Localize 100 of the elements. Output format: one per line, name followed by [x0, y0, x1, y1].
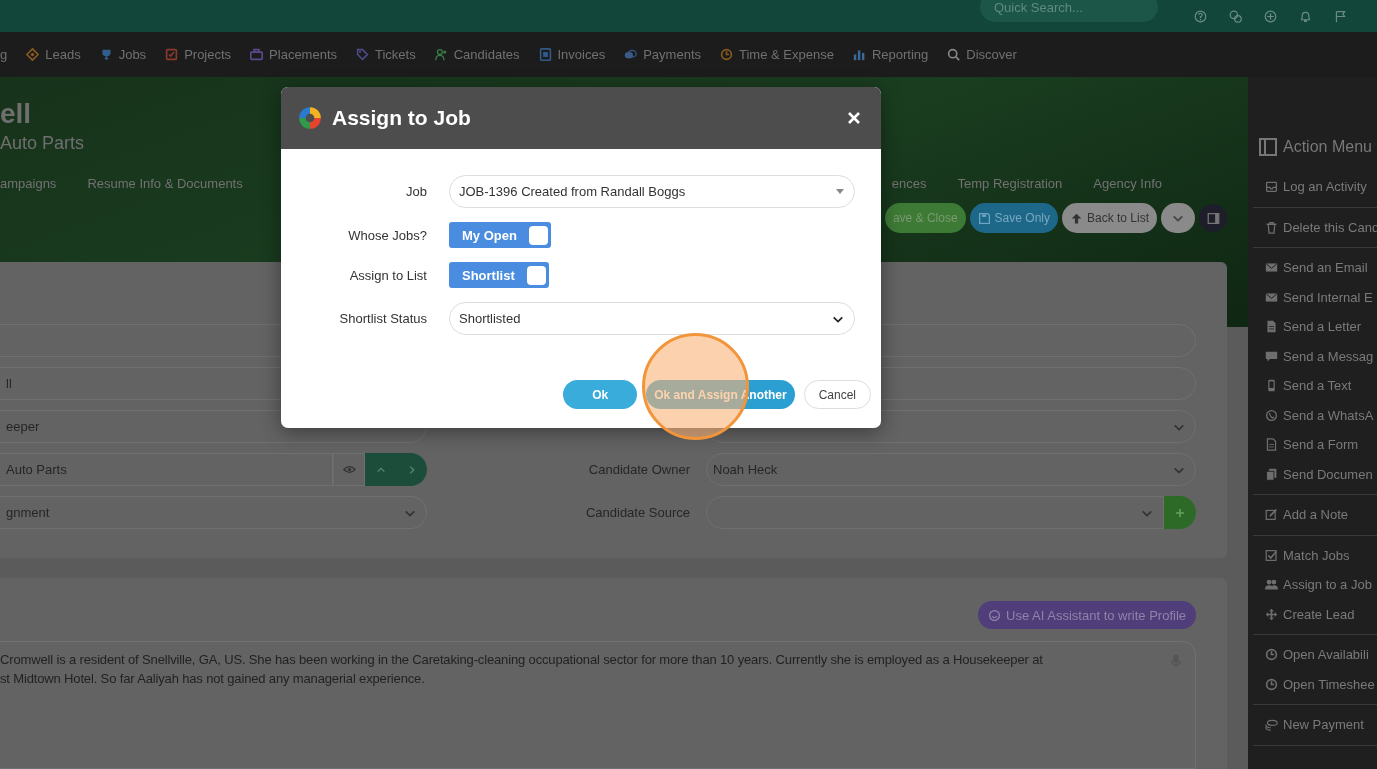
panel-icon	[1206, 211, 1220, 225]
inbox-icon	[1265, 180, 1278, 194]
nav-item[interactable]: Leads	[26, 43, 81, 66]
action-menu-item[interactable]: Log an Activity	[1253, 172, 1377, 208]
action-menu-item[interactable]: Send Documen	[1253, 459, 1377, 495]
arrow-up-icon	[1069, 211, 1083, 225]
flag-icon[interactable]	[1334, 9, 1347, 23]
panel-icon	[1259, 138, 1277, 156]
field-label: Assign to List	[349, 267, 427, 283]
diamond-icon	[26, 48, 40, 61]
profile-text-line: Cromwell is a resident of Snellville, GA, US. She has been working in the Caretaking-cleaning occupational sector for more than 10 years. Currently she is employed as a Housekeeper at	[0, 651, 1043, 669]
toggle-switch[interactable]: My Open	[449, 222, 551, 248]
add-icon[interactable]	[1264, 9, 1277, 23]
search-field[interactable]: Quick Search...	[980, 0, 1158, 22]
nav-item[interactable]: Projects	[165, 43, 232, 66]
nav-item[interactable]: Tickets	[356, 43, 416, 66]
notifications-icon[interactable]	[1299, 9, 1312, 23]
record-tab[interactable]: Temp Registration	[957, 176, 1063, 191]
envelope-icon	[1265, 261, 1278, 275]
company-name: Auto Parts	[0, 133, 85, 154]
action-menu-item[interactable]: Create Lead	[1253, 599, 1377, 635]
documents-icon	[1265, 467, 1278, 481]
trophy-icon	[99, 48, 113, 61]
plus-icon	[1175, 507, 1185, 518]
mobile-phone-icon	[1265, 379, 1278, 393]
action-menu-item[interactable]: Send Internal E	[1248, 282, 1377, 312]
dialog-title: Assign to Job	[332, 106, 472, 130]
action-menu-title: Action Menu	[1283, 138, 1372, 156]
chat-bubbles-icon[interactable]	[1229, 9, 1242, 23]
action-menu-item[interactable]: Send a WhatsA	[1248, 400, 1377, 430]
logo-icon	[297, 105, 323, 131]
bar-chart-icon	[852, 48, 866, 61]
record-nav-buttons[interactable]	[365, 453, 427, 486]
field-label: Candidate Owner	[588, 462, 690, 477]
view-button[interactable]	[333, 453, 365, 486]
add-button[interactable]	[1164, 496, 1196, 529]
trash-icon	[1265, 220, 1278, 234]
close-icon	[847, 111, 861, 125]
move-arrows-icon	[1265, 607, 1278, 621]
cancel-button[interactable]: Cancel	[803, 380, 871, 409]
whatsapp-icon	[1265, 408, 1278, 422]
field-label: Job	[406, 184, 427, 199]
action-menu-item[interactable]: Send a Form	[1248, 430, 1377, 460]
field-label: Whose Jobs?	[348, 227, 427, 243]
action-menu-item[interactable]: Match Jobs	[1248, 540, 1377, 570]
chat-icon	[1265, 349, 1278, 363]
profile-text-line: st Midtown Hotel. So far Aaliyah has not gained any managerial experience.	[0, 670, 426, 688]
document-icon	[538, 48, 552, 61]
candidate-name: ell	[0, 99, 32, 129]
action-menu-item[interactable]: Send a Text	[1248, 371, 1377, 401]
help-icon[interactable]	[1194, 9, 1207, 23]
nav-item[interactable]: Time & Expense	[720, 43, 834, 66]
ok-button[interactable]: Ok	[563, 380, 638, 409]
users-icon	[1265, 578, 1278, 592]
field-label: Shortlist Status	[339, 311, 427, 326]
clock-icon	[720, 48, 733, 61]
money-icon	[1265, 718, 1278, 732]
back-to-list-button[interactable]: Back to List	[1061, 203, 1157, 233]
action-menu-item[interactable]: Send a Letter	[1248, 312, 1377, 342]
action-menu-item[interactable]: Send an Email	[1248, 253, 1377, 283]
action-menu-item[interactable]: Assign to a Job	[1248, 570, 1377, 600]
eye-icon	[342, 463, 356, 476]
record-tab[interactable]: Agency Info	[1093, 176, 1162, 191]
action-menu-item[interactable]: Open Availabili	[1248, 640, 1377, 670]
nav-item[interactable]: Reporting	[852, 43, 929, 66]
nav-item[interactable]: Discover	[947, 43, 1017, 66]
action-menu-item[interactable]: Send a Messag	[1248, 341, 1377, 371]
form-icon	[1265, 438, 1278, 452]
lookup-field[interactable]: Auto Parts	[0, 453, 333, 486]
dropdown-arrow-icon	[836, 189, 844, 194]
profile-text-area[interactable]	[0, 641, 1196, 769]
checkbox-icon	[165, 48, 179, 61]
nav-item[interactable]: Jobs	[99, 43, 147, 66]
search-icon	[947, 48, 961, 61]
envelope-icon	[1265, 290, 1278, 304]
record-tab[interactable]: ampaigns	[0, 176, 57, 191]
people-icon	[434, 48, 448, 61]
clock-icon	[1265, 677, 1278, 691]
nav-item[interactable]: Payments	[624, 43, 701, 66]
record-tab[interactable]: Resume Info & Documents	[87, 176, 243, 191]
nav-item[interactable]: Candidates	[434, 43, 520, 66]
nav-item[interactable]: Invoices	[538, 43, 606, 66]
action-menu-item[interactable]: Add a Note	[1253, 500, 1377, 536]
file-icon	[1265, 320, 1278, 334]
checkbox-icon	[1265, 548, 1278, 562]
nav-item[interactable]: g	[0, 43, 8, 66]
more-button[interactable]	[1161, 203, 1195, 233]
coins-icon	[624, 48, 638, 61]
save-button[interactable]: Save Only	[969, 203, 1058, 233]
toggle-switch[interactable]: Shortlist	[449, 262, 549, 288]
robot-icon	[988, 608, 1002, 622]
ai-assistant-button[interactable]: Use AI Assistant to write Profile	[978, 601, 1196, 629]
nav-item[interactable]: Placements	[250, 43, 337, 66]
tag-icon	[356, 48, 369, 61]
clock-icon	[1265, 648, 1278, 662]
action-menu-item[interactable]: New Payment	[1253, 710, 1377, 746]
action-menu-item[interactable]: Open Timeshee	[1253, 669, 1377, 705]
record-tab[interactable]: ences	[891, 176, 927, 191]
panel-toggle-button[interactable]	[1199, 204, 1227, 232]
briefcase-icon	[250, 48, 264, 61]
